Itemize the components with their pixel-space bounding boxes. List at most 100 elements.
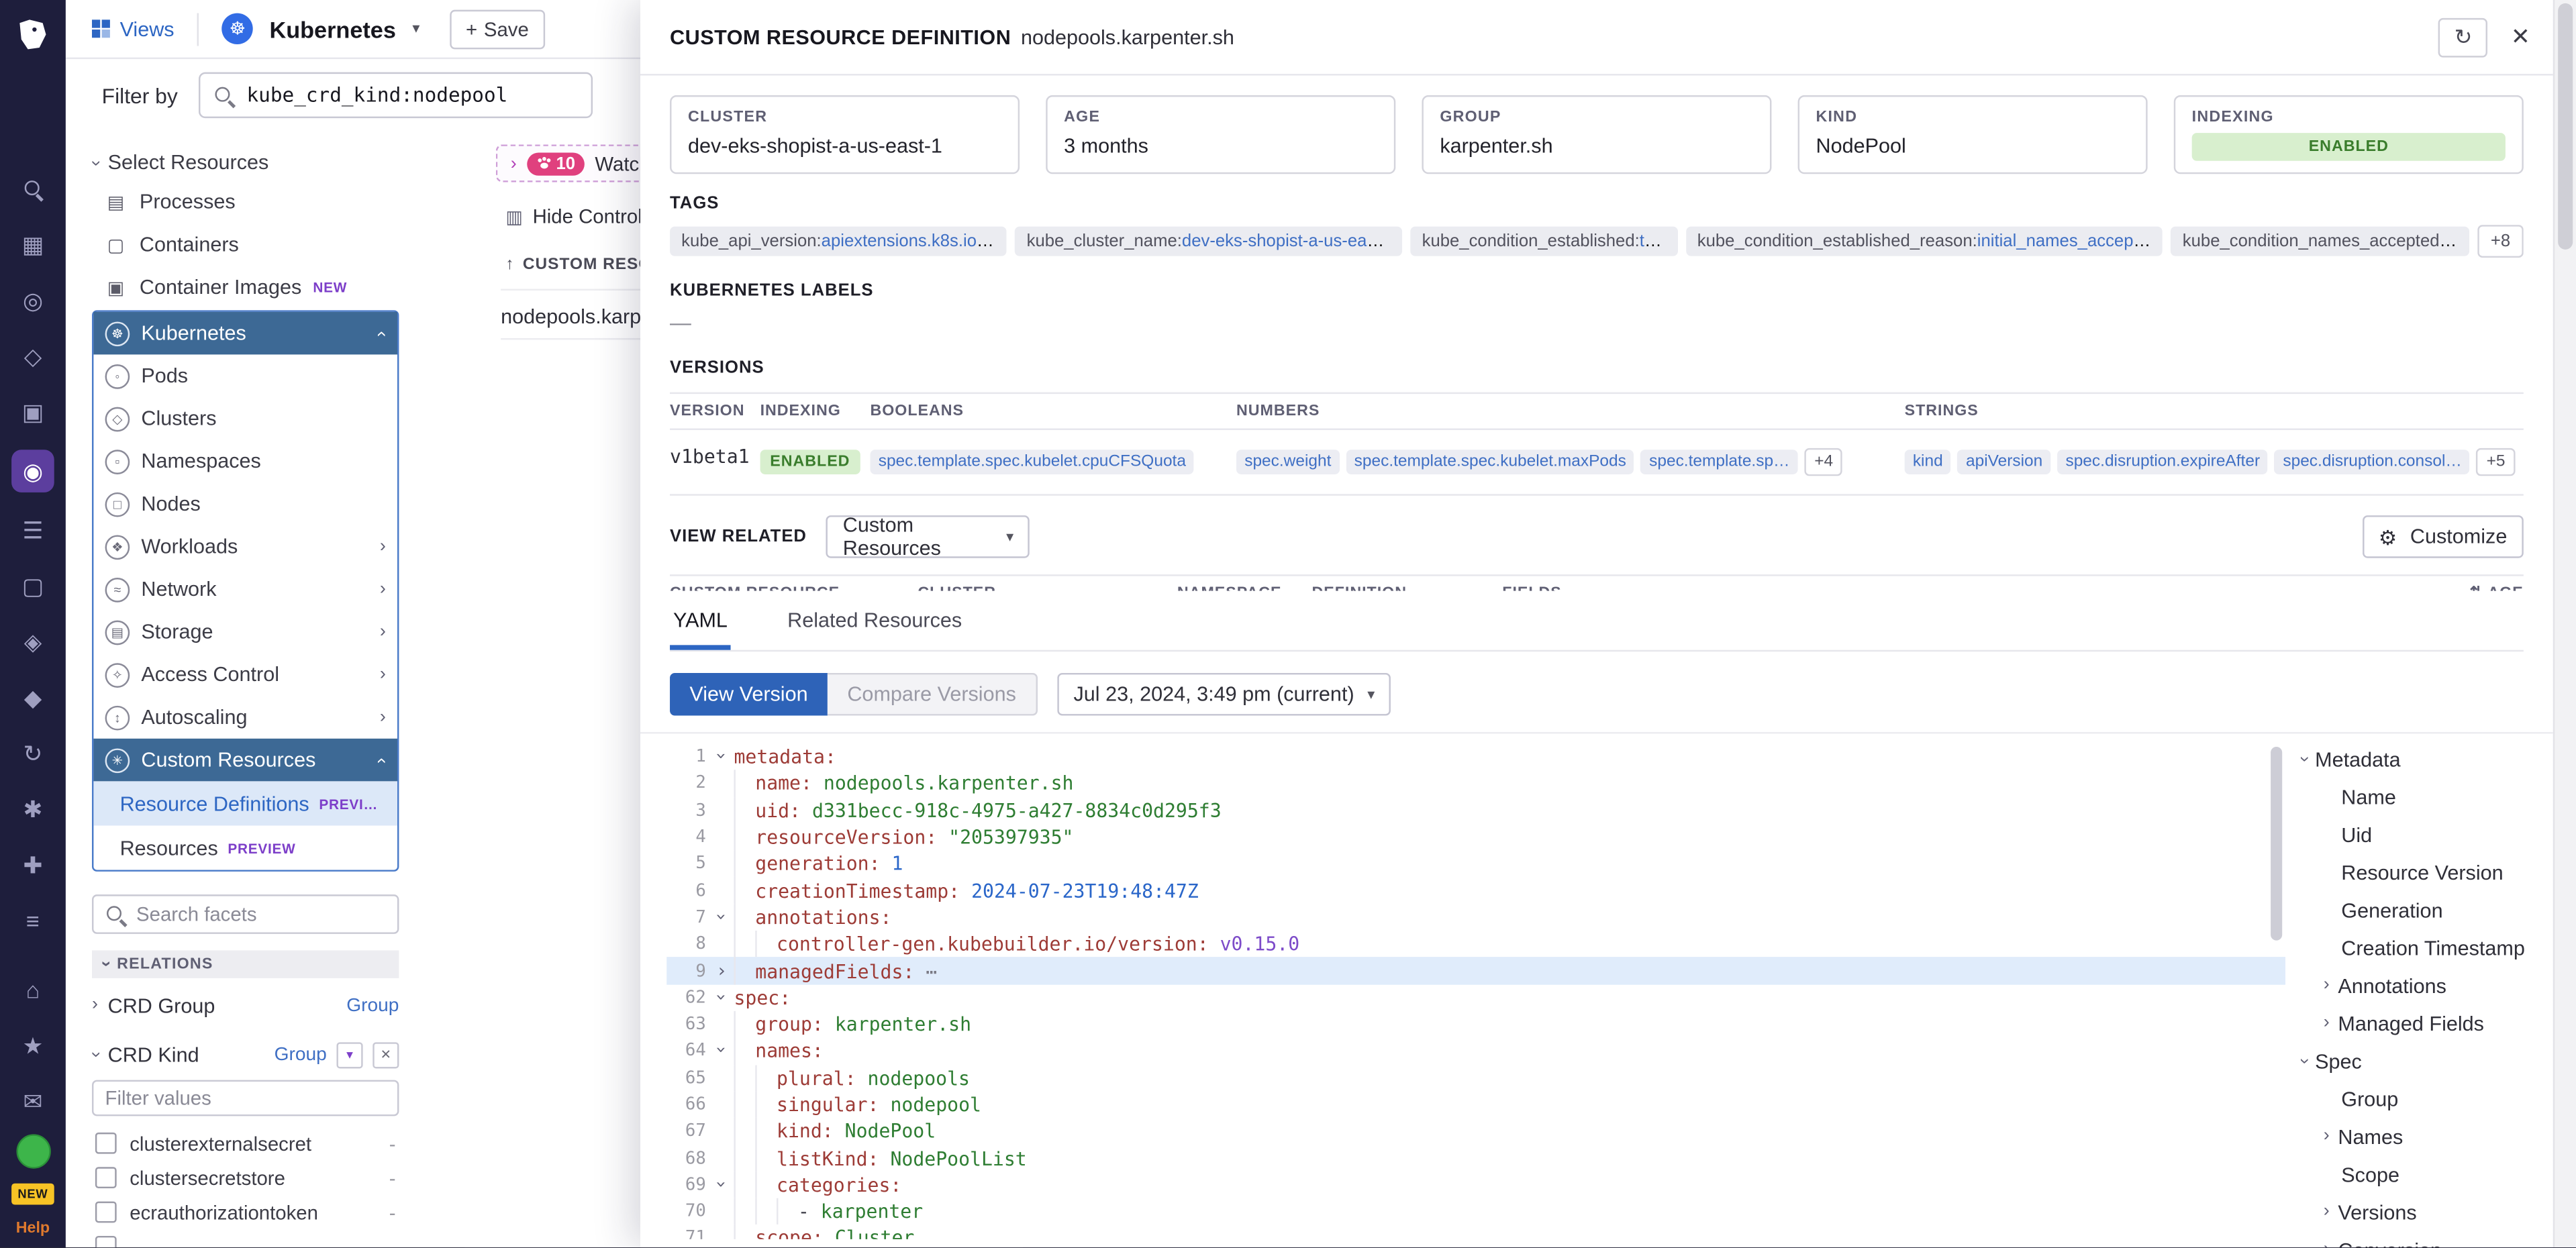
infrastructure-icon[interactable]: ▣ [11,394,54,430]
window-scrollbar[interactable] [2553,0,2576,1247]
yaml-line[interactable]: 7›annotations: [666,904,2285,931]
outline-item-managed-fields[interactable]: ›Managed Fields [2285,1004,2553,1042]
chevron-down-icon[interactable]: ▾ [412,19,419,38]
outline-item-metadata[interactable]: ›Metadata [2285,740,2553,778]
yaml-line[interactable]: 67kind: NodePool [666,1118,2285,1145]
search-facets-box[interactable] [92,894,399,934]
outline-item-annotations[interactable]: ›Annotations [2285,967,2553,1004]
field-pill[interactable]: apiVersion [1958,450,2051,474]
field-pill[interactable]: spec.weight [1236,450,1340,474]
view-related-select[interactable]: Custom Resources ▾ [826,515,1030,558]
tags-more-pill[interactable]: +8 [2477,225,2523,258]
outline-item-resource-version[interactable]: Resource Version [2285,853,2553,891]
field-pill[interactable]: spec.disruption.consol… [2275,450,2470,474]
tag-pill[interactable]: kube_condition_established:true [1410,227,1677,256]
sidebar-item-namespaces[interactable]: ▫Namespaces [93,440,397,483]
logs-icon[interactable]: ≡ [11,902,54,939]
yaml-line[interactable]: 64›names: [666,1038,2285,1065]
facet-crd-group[interactable]: › CRD Group Group [92,983,399,1027]
support-chat-icon[interactable]: ✉ [11,1083,54,1119]
sidebar-item-resource-definitions[interactable]: Resource DefinitionsPREVI… [93,781,397,825]
yaml-line[interactable]: 6creationTimestamp: 2024-07-23T19:48:47Z [666,877,2285,904]
tools-icon[interactable]: ✚ [11,847,54,883]
version-date-select[interactable]: Jul 23, 2024, 3:49 pm (current) ▾ [1057,673,1391,716]
search-facets-input[interactable] [136,902,386,925]
save-view-button[interactable]: + Save [449,9,545,48]
user-avatar[interactable] [15,1134,50,1168]
sidebar-item-network[interactable]: ≈Network› [93,568,397,611]
favorites-icon[interactable]: ★ [11,1027,54,1063]
facet-value-clustersecretstore[interactable]: clustersecretstore- [92,1160,399,1194]
metrics-icon[interactable]: ▦ [11,227,54,263]
field-pill[interactable]: spec.template.sp… [1641,450,1798,474]
yaml-line[interactable]: 62›spec: [666,984,2285,1011]
close-icon[interactable]: ✕ [2511,23,2530,51]
expand-chevron-icon[interactable]: › [709,1175,734,1194]
sidebar-item-nodes[interactable]: □Nodes [93,482,397,525]
monitors-icon[interactable]: ▢ [11,568,54,604]
expand-chevron-icon[interactable]: › [709,1041,734,1061]
sidebar-item-autoscaling[interactable]: ↕Autoscaling› [93,696,397,739]
field-pill[interactable]: spec.disruption.expireAfter [2057,450,2268,474]
yaml-line[interactable]: 63group: karpenter.sh [666,1011,2285,1038]
outline-item-creation-timestamp[interactable]: Creation Timestamp [2285,929,2553,967]
security-icon[interactable]: ◆ [11,680,54,716]
tag-pill[interactable]: kube_condition_names_accepted:… [2171,227,2469,256]
sidebar-item-workloads[interactable]: ❖Workloads› [93,525,397,568]
tag-pill[interactable]: kube_api_version:apiextensions.k8s.io/v1 [670,227,1007,256]
datadog-logo[interactable] [11,13,54,56]
bits-ai-icon[interactable]: ◇ [11,338,54,374]
expand-chevron-icon[interactable]: › [709,988,734,1007]
tab-related-resources[interactable]: Related Resources [784,594,965,645]
collapse-chevron-icon[interactable]: › [709,961,734,980]
error-tracking-icon[interactable]: ✱ [11,791,54,827]
yaml-line[interactable]: 65plural: nodepools [666,1065,2285,1092]
checkbox[interactable] [95,1202,117,1223]
summary-card-age[interactable]: AGE3 months [1046,95,1395,174]
field-pill[interactable]: spec.template.spec.kubelet.maxPods [1346,450,1634,474]
yaml-line[interactable]: 70- karpenter [666,1198,2285,1225]
yaml-line[interactable]: 69›categories: [666,1172,2285,1198]
sidebar-item-kubernetes[interactable]: ☸Kubernetes› [93,312,397,355]
select-resources-header[interactable]: › Select Resources [92,144,399,180]
relations-header[interactable]: › RELATIONS [92,950,399,978]
summary-card-kind[interactable]: KINDNodePool [1798,95,2148,174]
sidebar-item-container-images[interactable]: ▣Container ImagesNEW [92,266,399,309]
outline-item-scope[interactable]: Scope [2285,1155,2553,1193]
sidebar-item-pods[interactable]: ◦Pods [93,354,397,397]
sidebar-item-resources[interactable]: ResourcesPREVIEW [93,825,397,870]
outline-item-conversion[interactable]: ›Conversion [2285,1231,2553,1247]
ci-icon[interactable]: ↻ [11,735,54,772]
summary-card-indexing[interactable]: INDEXINGENABLED [2174,95,2524,174]
more-pill[interactable]: +4 [1805,448,1843,476]
outline-item-generation[interactable]: Generation [2285,891,2553,929]
filter-values-input[interactable] [105,1086,386,1109]
views-menu[interactable]: Views [92,17,175,40]
sidebar-item-storage[interactable]: ▤Storage› [93,611,397,654]
summary-card-group[interactable]: GROUPkarpenter.sh [1422,95,1771,174]
sidebar-item-access-control[interactable]: ✧Access Control› [93,654,397,696]
outline-item-uid[interactable]: Uid [2285,816,2553,853]
hosts-icon[interactable]: ◉ [11,450,54,492]
facet-clear-icon[interactable]: ✕ [373,1041,399,1068]
scrollbar-thumb[interactable] [2558,3,2573,250]
search-icon[interactable] [11,170,54,207]
yaml-line[interactable]: 8controller-gen.kubebuilder.io/version: … [666,931,2285,957]
yaml-line[interactable]: 4resourceVersion: "205397935" [666,824,2285,851]
filter-values-box[interactable] [92,1080,399,1116]
yaml-line[interactable]: 1›metadata: [666,743,2285,770]
summary-card-cluster[interactable]: CLUSTERdev-eks-shopist-a-us-east-1 [670,95,1020,174]
refresh-button[interactable]: ↻ [2438,17,2487,57]
code-scrollbar[interactable] [2271,747,2282,941]
yaml-line[interactable]: 66singular: nodepool [666,1091,2285,1118]
facet-filter-icon[interactable]: ▾ [336,1041,362,1068]
facet-value-ecrauthorizationtoken[interactable]: ecrauthorizationtoken- [92,1195,399,1229]
yaml-line[interactable]: 3uid: d331becc-918c-4975-a427-8834c0d295… [666,797,2285,824]
yaml-line[interactable]: 5generation: 1 [666,851,2285,878]
sidebar-item-processes[interactable]: ▤Processes [92,180,399,223]
outline-item-group[interactable]: Group [2285,1080,2553,1118]
filter-query-input[interactable] [247,84,579,107]
checkbox[interactable] [95,1167,117,1188]
field-pill[interactable]: spec.template.spec.kubelet.cpuCFSQuota [870,450,1194,474]
outline-item-names[interactable]: ›Names [2285,1118,2553,1155]
